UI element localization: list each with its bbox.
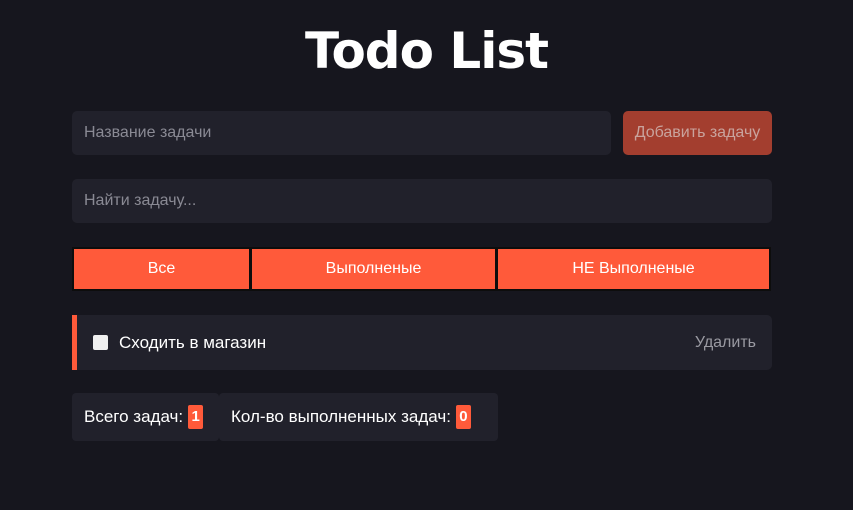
delete-todo-button[interactable]: Удалить [695, 334, 756, 352]
task-name-input[interactable] [72, 111, 611, 155]
todo-text: Сходить в магазин [119, 332, 267, 352]
stats-bar: Всего задач: 1 Кол-во выполненных задач:… [72, 393, 498, 441]
todo-checkbox[interactable] [93, 335, 108, 350]
completed-tasks-badge: 0 [455, 405, 471, 429]
add-task-button[interactable]: Добавить задачу [623, 111, 772, 155]
completed-tasks-label: Кол-во выполненных задач: [231, 407, 451, 426]
filter-not-completed-button[interactable]: НЕ Выполненые [496, 247, 771, 291]
filter-tabs: Все Выполненые НЕ Выполненые [72, 247, 772, 291]
total-tasks-label: Всего задач: [84, 407, 184, 426]
todo-item: Сходить в магазин Удалить [72, 315, 772, 370]
completed-tasks-stat: Кол-во выполненных задач: 0 [219, 393, 498, 441]
filter-all-button[interactable]: Все [72, 247, 251, 291]
page-title: Todo List [304, 22, 549, 80]
filter-completed-button[interactable]: Выполненые [250, 247, 497, 291]
total-tasks-badge: 1 [188, 405, 204, 429]
search-input[interactable] [72, 179, 772, 223]
todo-app: Todo List Добавить задачу Все Выполненые… [0, 0, 853, 510]
total-tasks-stat: Всего задач: 1 [72, 393, 219, 441]
